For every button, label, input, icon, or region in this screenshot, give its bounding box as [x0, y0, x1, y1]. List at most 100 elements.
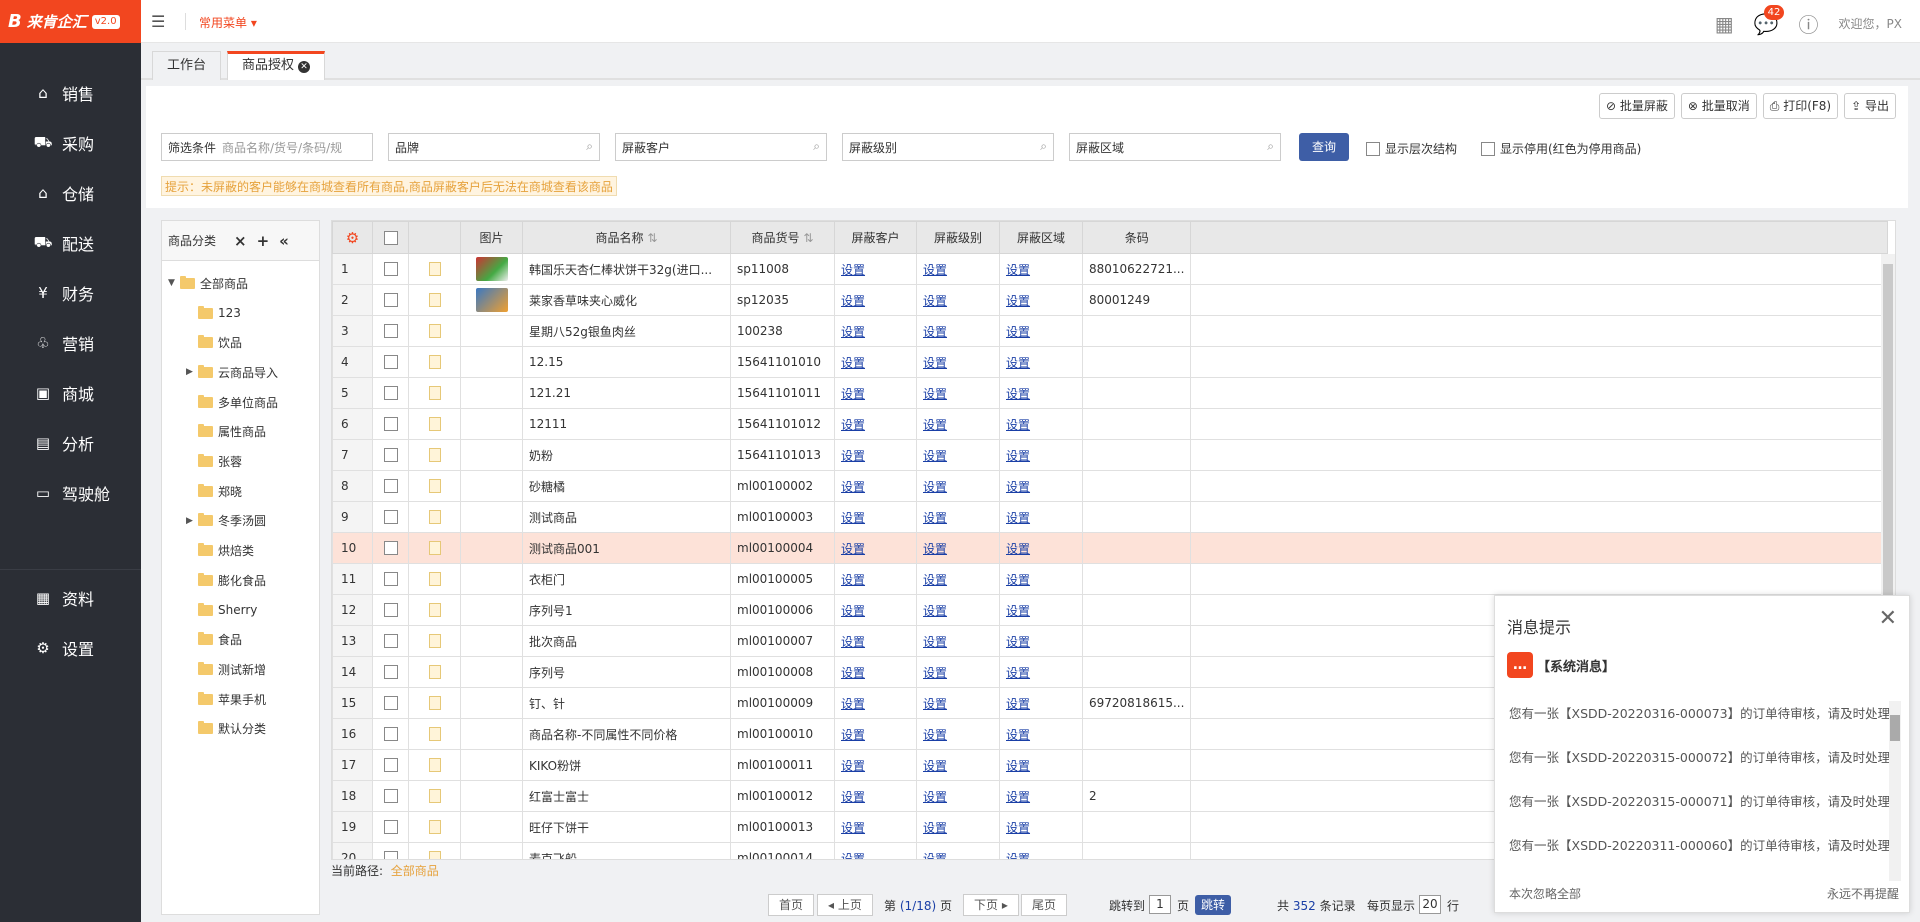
document-icon[interactable] [428, 510, 441, 525]
tree-node[interactable]: 烘焙类 [186, 540, 254, 562]
nav-item-finance[interactable]: ¥ 财务 [0, 268, 141, 318]
set-block-customer-link[interactable]: 设置 [841, 356, 865, 370]
tree-node[interactable]: 123 [186, 302, 241, 324]
expand-right-icon[interactable]: ▶ [186, 516, 198, 526]
table-row[interactable]: 1 韩国乐天杏仁棒状饼干32g(进口... sp11008 设置 设置 设置 8801062… [332, 253, 1889, 285]
nav-item-marketing[interactable]: ♧ 营销 [0, 318, 141, 368]
tree-node[interactable]: 默认分类 [186, 718, 266, 740]
set-block-customer-link[interactable]: 设置 [841, 821, 865, 835]
document-icon[interactable] [428, 634, 441, 649]
message-item[interactable]: 您有一张【XSDD-20220316-000073】的订单待审核，请及时处理 [1509, 703, 1889, 722]
doc-cell[interactable] [408, 253, 461, 285]
row-checkbox[interactable] [383, 448, 398, 463]
tree-node[interactable]: ▶ 云商品导入 [186, 361, 278, 383]
set-block-region-link[interactable]: 设置 [1006, 759, 1030, 773]
doc-cell[interactable] [408, 377, 461, 409]
scrollbar-thumb[interactable] [1890, 715, 1900, 741]
row-select-cell[interactable] [372, 656, 409, 688]
condition-input[interactable]: 筛选条件 商品名称/货号/条码/规 [161, 133, 373, 161]
gear-icon[interactable]: ⚙ [346, 229, 359, 247]
add-icon[interactable]: + [257, 232, 270, 250]
doc-cell[interactable] [408, 408, 461, 440]
set-block-level-link[interactable]: 设置 [923, 635, 947, 649]
set-block-region-link[interactable]: 设置 [1006, 418, 1030, 432]
row-checkbox[interactable] [383, 603, 398, 618]
doc-cell[interactable] [408, 749, 461, 781]
row-select-cell[interactable] [372, 346, 409, 378]
row-select-cell[interactable] [372, 315, 409, 347]
doc-cell[interactable] [408, 284, 461, 316]
doc-cell[interactable] [408, 687, 461, 719]
doc-cell[interactable] [408, 563, 461, 595]
document-icon[interactable] [428, 355, 441, 370]
nav-item-storage[interactable]: ⌂ 仓储 [0, 168, 141, 218]
set-block-customer-link[interactable]: 设置 [841, 449, 865, 463]
nav-item-settings[interactable]: ⚙ 设置 [0, 623, 141, 673]
table-row[interactable]: 3 星期八52g银鱼肉丝 100238 设置 设置 设置 [332, 315, 1889, 347]
col-header-code[interactable]: 商品货号 ⇅ [730, 221, 835, 254]
show-hierarchy-checkbox[interactable]: 显示层次结构 [1366, 140, 1457, 157]
row-select-cell[interactable] [372, 284, 409, 316]
document-icon[interactable] [428, 448, 441, 463]
menu-toggle-icon[interactable]: ☰ [151, 12, 165, 31]
tab-workbench[interactable]: 工作台 [152, 51, 222, 80]
brand-select[interactable]: 品牌 ⌕ [388, 133, 600, 161]
select-all-header[interactable] [372, 221, 409, 254]
show-disabled-checkbox[interactable]: 显示停用(红色为停用商品) [1481, 140, 1641, 157]
set-block-region-link[interactable]: 设置 [1006, 263, 1030, 277]
tree-node[interactable]: 食品 [186, 629, 242, 651]
set-block-region-link[interactable]: 设置 [1006, 852, 1030, 860]
apps-grid-icon[interactable]: ▦ [1715, 12, 1734, 36]
set-block-customer-link[interactable]: 设置 [841, 666, 865, 680]
doc-cell[interactable] [408, 501, 461, 533]
row-checkbox[interactable] [383, 417, 398, 432]
checkbox[interactable] [1366, 141, 1380, 156]
search-icon[interactable]: ⌕ [813, 139, 820, 154]
set-block-customer-link[interactable]: 设置 [841, 387, 865, 401]
row-checkbox[interactable] [383, 355, 398, 370]
message-item[interactable]: 您有一张【XSDD-20220315-000072】的订单待审核，请及时处理 [1509, 747, 1889, 766]
set-block-customer-link[interactable]: 设置 [841, 604, 865, 618]
set-block-region-link[interactable]: 设置 [1006, 387, 1030, 401]
expand-right-icon[interactable]: ▶ [186, 367, 198, 377]
row-checkbox[interactable] [383, 696, 398, 711]
set-block-level-link[interactable]: 设置 [923, 852, 947, 860]
search-icon[interactable]: ⌕ [586, 139, 593, 154]
nav-item-data[interactable]: ▦ 资料 [0, 573, 141, 623]
tree-node[interactable]: 郑晓 [186, 480, 242, 502]
doc-cell[interactable] [408, 532, 461, 564]
query-button[interactable]: 查询 [1299, 133, 1349, 161]
per-page-input[interactable]: 20 [1419, 895, 1441, 914]
row-select-cell[interactable] [372, 408, 409, 440]
tree-node[interactable]: 膨化食品 [186, 569, 266, 591]
table-row[interactable]: 8 砂糖橘 ml00100002 设置 设置 设置 [332, 470, 1889, 502]
tree-node[interactable]: 测试新增 [186, 658, 266, 680]
doc-cell[interactable] [408, 594, 461, 626]
row-select-cell[interactable] [372, 377, 409, 409]
table-row[interactable]: 4 12.15 15641101010 设置 设置 设置 [332, 346, 1889, 378]
row-select-cell[interactable] [372, 625, 409, 657]
set-block-level-link[interactable]: 设置 [923, 356, 947, 370]
set-block-region-link[interactable]: 设置 [1006, 449, 1030, 463]
tree-node[interactable]: ▶ 冬季汤圆 [186, 510, 266, 532]
message-icon[interactable]: 💬 42 [1754, 4, 1785, 36]
set-block-level-link[interactable]: 设置 [923, 294, 947, 308]
row-select-cell[interactable] [372, 439, 409, 471]
close-tab-icon[interactable]: ✕ [298, 61, 311, 73]
doc-cell[interactable] [408, 346, 461, 378]
set-block-customer-link[interactable]: 设置 [841, 790, 865, 804]
set-block-customer-link[interactable]: 设置 [841, 542, 865, 556]
never-remind-link[interactable]: 永远不再提醒 [1827, 885, 1899, 902]
search-icon[interactable]: ⌕ [1040, 139, 1047, 154]
row-select-cell[interactable] [372, 501, 409, 533]
help-icon[interactable]: ⓘ [1799, 9, 1819, 38]
jump-page-input[interactable]: 1 [1149, 895, 1171, 914]
set-block-region-link[interactable]: 设置 [1006, 697, 1030, 711]
document-icon[interactable] [428, 541, 441, 556]
settings-col-header[interactable]: ⚙ [332, 221, 373, 254]
table-row[interactable]: 5 121.21 15641101011 设置 设置 设置 [332, 377, 1889, 409]
row-checkbox[interactable] [383, 665, 398, 680]
document-icon[interactable] [428, 293, 441, 308]
set-block-customer-link[interactable]: 设置 [841, 263, 865, 277]
popup-scrollbar[interactable] [1889, 701, 1901, 881]
